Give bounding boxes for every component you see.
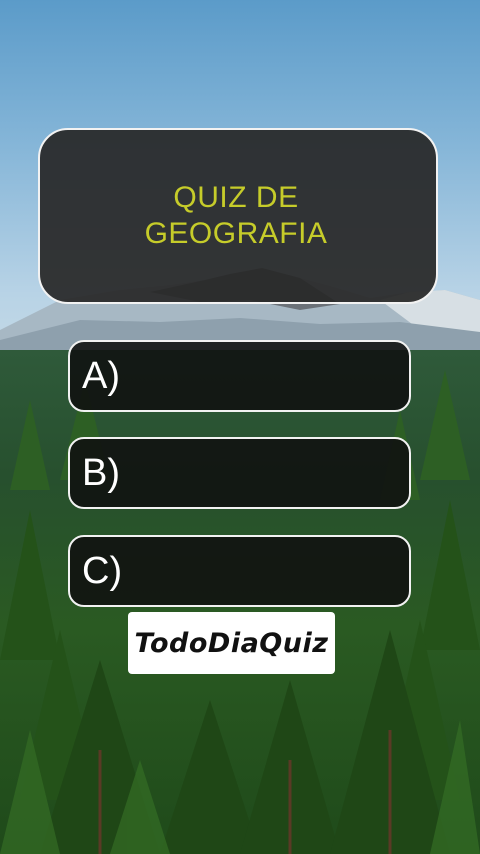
quiz-title: QUIZ DE GEOGRAFIA <box>144 181 328 250</box>
option-c-label: C) <box>82 550 123 592</box>
option-b-label: B) <box>82 452 120 494</box>
answer-option-b[interactable]: B) <box>68 437 411 509</box>
quiz-title-card: QUIZ DE GEOGRAFIA <box>38 128 438 304</box>
brand-name: TodoDiaQuiz <box>134 627 329 659</box>
brand-badge: TodoDiaQuiz <box>128 612 335 674</box>
answer-option-c[interactable]: C) <box>68 535 411 607</box>
option-a-label: A) <box>82 355 120 397</box>
answer-option-a[interactable]: A) <box>68 340 411 412</box>
